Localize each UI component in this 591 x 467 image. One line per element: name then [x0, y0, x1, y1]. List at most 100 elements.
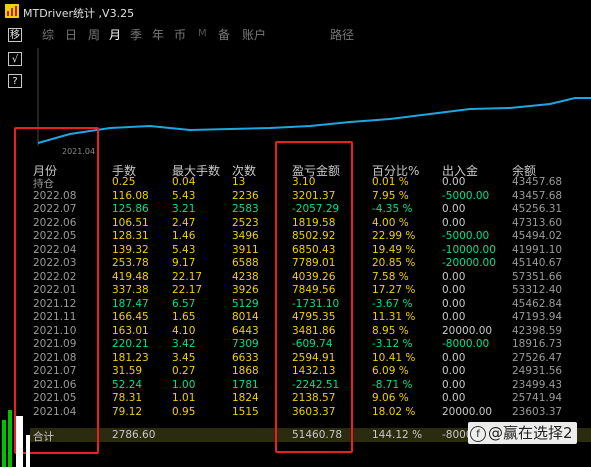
app-icon	[5, 4, 19, 18]
tab-m[interactable]: M	[198, 28, 207, 39]
row-lots: 125.86	[112, 203, 149, 215]
row-count: 1868	[232, 365, 259, 377]
window-title: MTDriver统计 ,V3.25	[23, 7, 135, 20]
row-max-lots: 5.43	[172, 243, 196, 256]
weibo-icon: f	[470, 425, 486, 442]
row-cashflow: -5000.00	[442, 189, 490, 202]
row-max-lots: 4.10	[172, 324, 196, 337]
row-lots: 220.21	[112, 338, 149, 350]
row-cashflow: 20000.00	[442, 405, 493, 418]
row-percent: -3.12 %	[372, 338, 413, 350]
row-percent: 4.00 %	[372, 216, 409, 229]
row-balance: 43457.68	[512, 189, 563, 202]
row-lots: 337.38	[112, 284, 149, 296]
row-balance: 42398.59	[512, 324, 563, 337]
row-lots: 163.01	[112, 324, 149, 337]
row-max-lots: 22.17	[172, 270, 203, 283]
tab-year[interactable]: 年	[152, 26, 164, 43]
row-cashflow: 0.00	[442, 378, 466, 391]
tab-quarter[interactable]: 季	[130, 26, 142, 43]
row-cashflow: -8000.00	[442, 338, 490, 350]
row-balance: 45462.84	[512, 297, 563, 310]
row-count: 4238	[232, 270, 259, 283]
row-balance: 43457.68	[512, 176, 563, 188]
volume-bar	[26, 435, 30, 467]
row-percent: 10.41 %	[372, 351, 416, 364]
volume-bars	[2, 410, 30, 467]
row-count: 1824	[232, 392, 259, 404]
row-max-lots: 0.27	[172, 365, 196, 377]
tab-month[interactable]: 月	[109, 26, 121, 43]
row-max-lots: 9.17	[172, 257, 196, 269]
tab-path[interactable]: 路径	[330, 26, 354, 43]
balance-curve	[37, 97, 591, 144]
row-cashflow: 0.00	[442, 176, 466, 188]
row-count: 3496	[232, 230, 259, 242]
row-max-lots: 6.57	[172, 297, 196, 310]
row-count: 8014	[232, 311, 259, 323]
row-max-lots: 22.17	[172, 284, 203, 296]
row-percent: 17.27 %	[372, 284, 416, 296]
row-max-lots: 1.00	[172, 378, 196, 391]
row-lots: 79.12	[112, 405, 143, 418]
tab-notes[interactable]: 备	[218, 26, 230, 43]
row-cashflow: 0.00	[442, 392, 466, 404]
row-cashflow: 0.00	[442, 203, 466, 215]
volume-bar	[2, 420, 6, 467]
row-balance: 27526.47	[512, 351, 563, 364]
row-lots: 78.31	[112, 392, 143, 404]
row-percent: 19.49 %	[372, 243, 416, 256]
row-percent: -4.35 %	[372, 203, 413, 215]
row-count: 2236	[232, 189, 259, 202]
tab-week[interactable]: 周	[88, 26, 100, 43]
row-max-lots: 0.95	[172, 405, 196, 418]
row-max-lots: 3.21	[172, 203, 196, 215]
row-cashflow: 0.00	[442, 216, 466, 229]
row-max-lots: 1.65	[172, 311, 196, 323]
tab-account[interactable]: 账户	[242, 26, 266, 43]
highlight-box-pnl	[275, 141, 353, 453]
tab-currency[interactable]: 币	[174, 26, 186, 43]
row-count: 6633	[232, 351, 259, 364]
row-cashflow: 0.00	[442, 351, 466, 364]
row-percent: 22.99 %	[372, 230, 416, 242]
row-count: 6588	[232, 257, 259, 269]
row-percent: 11.31 %	[372, 311, 416, 323]
row-count: 3926	[232, 284, 259, 296]
check-button[interactable]: √	[8, 52, 22, 66]
tab-summary[interactable]: 综	[42, 26, 54, 43]
row-cashflow: 0.00	[442, 311, 466, 323]
row-count: 6443	[232, 324, 259, 337]
total-lots: 2786.60	[112, 429, 156, 441]
row-lots: 106.51	[112, 216, 149, 229]
row-balance: 24931.56	[512, 365, 563, 377]
row-lots: 187.47	[112, 297, 149, 310]
volume-bar	[8, 410, 12, 467]
row-lots: 0.25	[112, 176, 136, 188]
window-title-bar: MTDriver统计 ,V3.25	[0, 0, 591, 22]
row-lots: 253.78	[112, 257, 149, 269]
row-balance: 23603.37	[512, 405, 563, 418]
row-lots: 116.08	[112, 189, 149, 202]
help-button[interactable]: ?	[8, 74, 22, 88]
row-max-lots: 2.47	[172, 216, 196, 229]
watermark: f @赢在选择2	[468, 422, 577, 444]
row-balance: 18916.73	[512, 338, 563, 350]
row-count: 1781	[232, 378, 259, 391]
move-button[interactable]: 移	[8, 28, 22, 42]
row-percent: 6.09 %	[372, 365, 409, 377]
tab-day[interactable]: 日	[65, 26, 77, 43]
row-cashflow: -20000.00	[442, 257, 496, 269]
row-max-lots: 0.04	[172, 176, 196, 188]
row-lots: 419.48	[112, 270, 149, 283]
row-cashflow: 0.00	[442, 297, 466, 310]
row-count: 2583	[232, 203, 259, 215]
row-cashflow: 0.00	[442, 284, 466, 296]
row-max-lots: 1.01	[172, 392, 196, 404]
row-count: 2523	[232, 216, 259, 229]
row-lots: 128.31	[112, 230, 149, 242]
row-lots: 31.59	[112, 365, 143, 377]
row-balance: 45494.02	[512, 230, 563, 242]
row-cashflow: 20000.00	[442, 324, 493, 337]
row-balance: 45256.31	[512, 203, 563, 215]
